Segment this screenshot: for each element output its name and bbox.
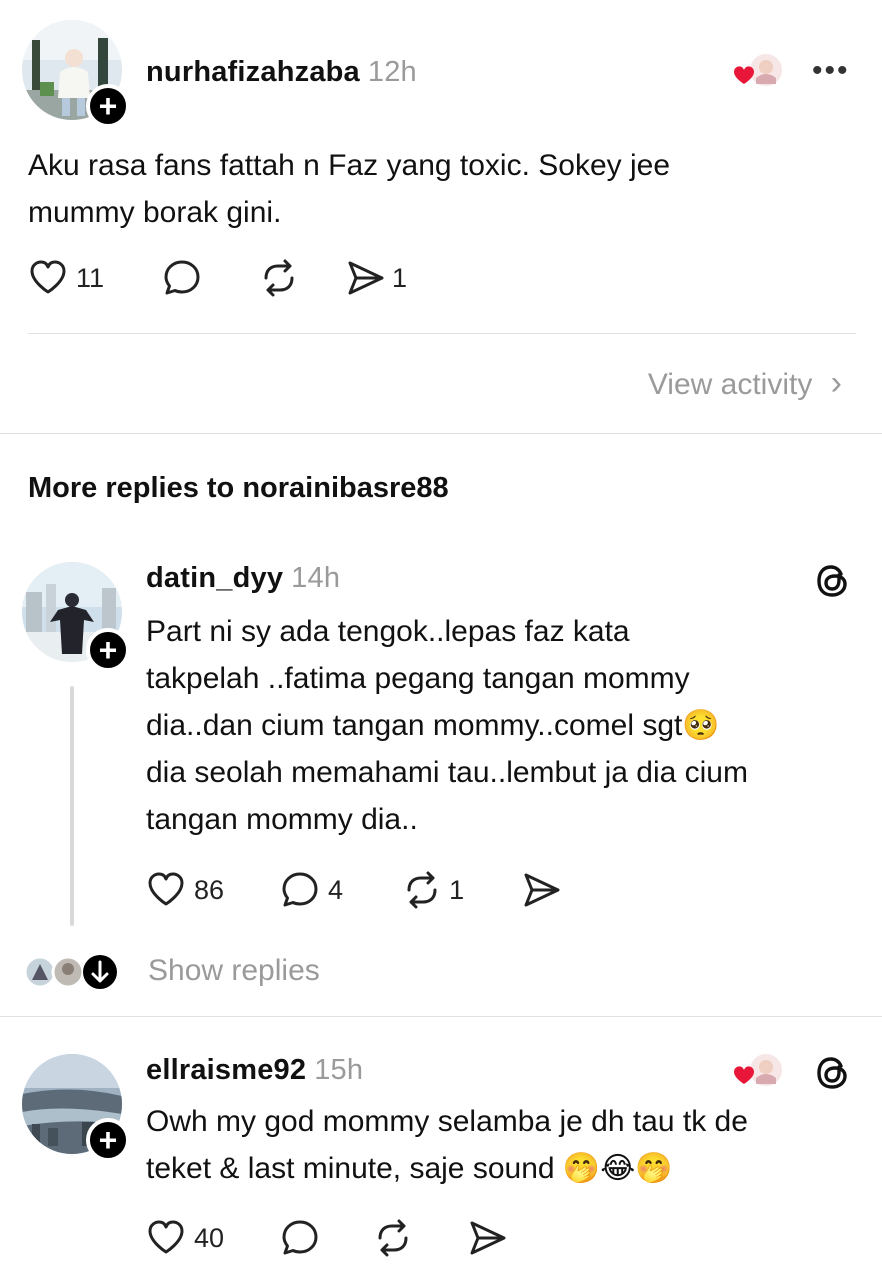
repost-arrows-icon: [407, 871, 437, 909]
username[interactable]: datin_dyy: [146, 562, 283, 594]
threads-logo-icon[interactable]: [814, 562, 852, 600]
username-row: nurhafizahzaba 12h: [146, 56, 417, 89]
post-text-line: tangan mommy dia..: [146, 803, 418, 836]
share-count: 1: [392, 262, 408, 293]
thread-line: [70, 686, 74, 926]
view-activity-link[interactable]: View activity ›: [648, 364, 842, 403]
post-text-line: teket & last minute, saje sound 🤭😂🤭: [146, 1152, 673, 1185]
post-nurhafizahzaba: + nurhafizahzaba 12h ••• Aku rasa fans fa…: [0, 0, 882, 430]
reply-button[interactable]: [162, 258, 202, 298]
like-button[interactable]: 40: [146, 1218, 224, 1258]
like-button[interactable]: 11: [28, 258, 104, 298]
like-count: 40: [194, 1222, 225, 1253]
chevron-right-icon: ›: [830, 364, 842, 402]
heart-outline-icon: [148, 1220, 184, 1254]
heart-outline-icon: [30, 260, 66, 294]
replier-avatars: [24, 955, 117, 989]
follow-plus-button[interactable]: +: [86, 84, 130, 128]
reply-button[interactable]: [280, 1218, 320, 1258]
post-text-line: takpelah ..fatima pegang tangan mommy: [146, 662, 690, 695]
show-replies-label: Show replies: [148, 954, 320, 987]
post-text: Aku rasa fans fattah n Faz yang toxic. S…: [28, 142, 858, 236]
post-ellraisme92: + ellraisme92 15h Owh my god mommy selamb…: [0, 1020, 882, 1280]
divider: [0, 1016, 882, 1017]
speech-bubble-icon: [282, 1220, 318, 1255]
post-text: Owh my god mommy selamba je dh tau tk de…: [146, 1098, 866, 1192]
post-text-line: mummy borak gini.: [28, 196, 282, 229]
username-row: ellraisme92 15h: [146, 1054, 363, 1087]
action-bar: 11 1: [28, 258, 407, 298]
post-text-line: Owh my god mommy selamba je dh tau tk de: [146, 1105, 748, 1138]
share-button[interactable]: [466, 1218, 508, 1258]
paper-plane-icon: [524, 873, 560, 907]
speech-bubble-icon: [282, 872, 318, 907]
repost-arrows-icon: [264, 259, 294, 297]
repost-button[interactable]: [258, 258, 300, 298]
show-replies-row[interactable]: Show replies: [24, 952, 384, 992]
heart-outline-icon: [148, 872, 184, 906]
paper-plane-icon: [348, 261, 384, 295]
divider: [28, 333, 856, 334]
post-text-line: Part ni sy ada tengok..lepas faz kata: [146, 615, 630, 648]
like-button[interactable]: 86: [146, 870, 224, 910]
action-bar: 40: [146, 1218, 508, 1258]
username[interactable]: ellraisme92: [146, 1054, 306, 1086]
view-activity-label: View activity: [647, 368, 813, 401]
timestamp: 15h: [314, 1054, 364, 1086]
follow-plus-button[interactable]: +: [86, 1118, 130, 1162]
username-row: datin_dyy 14h: [146, 562, 340, 595]
reply-count: 4: [328, 874, 344, 905]
username[interactable]: nurhafizahzaba: [146, 56, 360, 88]
like-count: 11: [76, 262, 105, 293]
follow-plus-button[interactable]: +: [86, 628, 130, 672]
section-divider: [0, 433, 882, 434]
post-datin-dyy: + datin_dyy 14h Part ni sy ada tengok..le…: [0, 540, 882, 1010]
share-button[interactable]: 1: [344, 258, 407, 298]
reply-button[interactable]: 4: [280, 870, 343, 910]
more-options-button[interactable]: •••: [812, 54, 850, 88]
repost-count: 1: [449, 874, 465, 905]
timestamp: 12h: [367, 56, 417, 88]
post-text-line: dia seolah memahami tau..lembut ja dia c…: [146, 756, 748, 789]
section-title: More replies to norainibasre88: [28, 472, 449, 504]
timestamp: 14h: [291, 562, 341, 594]
action-bar: 86 4 1: [146, 870, 562, 910]
repost-button[interactable]: 1: [401, 870, 464, 910]
liked-by-avatar[interactable]: [730, 50, 784, 94]
paper-plane-icon: [470, 1221, 506, 1255]
repost-arrows-icon: [378, 1219, 408, 1257]
threads-logo-icon[interactable]: [814, 1054, 852, 1092]
post-text-line: Aku rasa fans fattah n Faz yang toxic. S…: [28, 149, 671, 182]
post-text-line: dia..dan cium tangan mommy..comel sgt🥺: [146, 709, 720, 742]
like-count: 86: [194, 874, 225, 905]
speech-bubble-icon: [164, 260, 200, 295]
post-text: Part ni sy ada tengok..lepas faz kata ta…: [146, 608, 866, 843]
repost-button[interactable]: [372, 1218, 414, 1258]
liked-by-avatar[interactable]: [730, 1050, 784, 1094]
share-button[interactable]: [520, 870, 562, 910]
